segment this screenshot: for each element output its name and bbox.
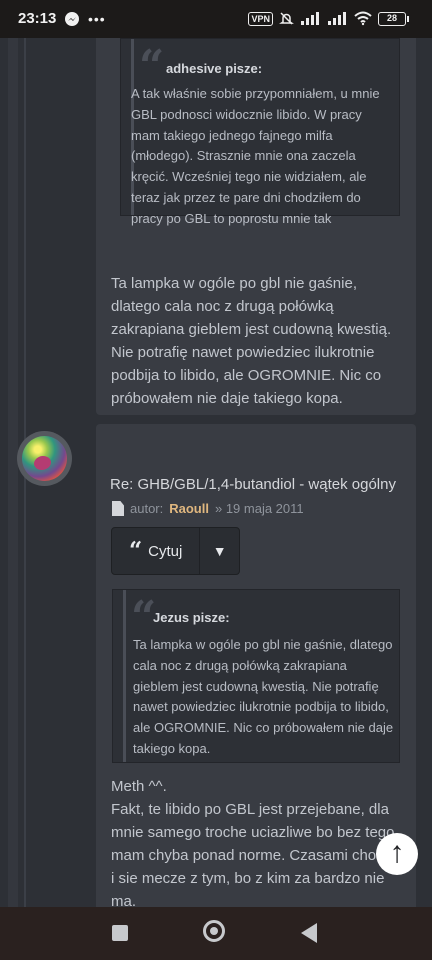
status-bar: 23:13 ••• VPN 28 — [0, 0, 432, 38]
system-navigation-bar — [0, 907, 432, 960]
more-icon: ••• — [88, 11, 106, 27]
quote-block: “ adhesive pisze: A tak właśnie sobie pr… — [120, 38, 400, 226]
arrow-up-icon[interactable]: ↑ — [376, 833, 418, 875]
quote-bar — [123, 590, 126, 762]
left-rail — [8, 38, 18, 907]
messenger-icon — [65, 12, 79, 26]
quote-icon: “ — [128, 537, 143, 564]
notification-icons: ••• — [64, 11, 106, 27]
back-icon[interactable] — [301, 923, 317, 943]
author-link[interactable]: Raoull — [169, 501, 209, 516]
quote-author: adhesive pisze: — [166, 61, 263, 76]
forum-thread[interactable]: “ adhesive pisze: A tak właśnie sobie pr… — [0, 38, 432, 907]
document-icon — [112, 501, 124, 516]
quote-icon: “ — [139, 41, 165, 92]
recent-apps-icon[interactable] — [112, 925, 128, 941]
post-body: Meth ^^. Fakt, te libido po GBL jest prz… — [111, 778, 401, 907]
system-icons: VPN 28 — [248, 11, 409, 26]
quote-button-group: “ Cytuj ▼ — [111, 527, 240, 575]
post-title[interactable]: Re: GHB/GBL/1,4-butandiol - wątek ogólny — [110, 476, 396, 493]
quote-author: Jezus pisze: — [153, 610, 230, 625]
author-prefix: autor: — [130, 501, 164, 516]
post-date: » 19 maja 2011 — [214, 501, 304, 516]
home-icon[interactable] — [203, 920, 225, 942]
vpn-icon: VPN — [248, 11, 273, 26]
battery-indicator: 28 — [378, 11, 409, 26]
silent-bell-icon — [279, 12, 294, 25]
forum-post: Re: GHB/GBL/1,4-butandiol - wątek ogólny… — [96, 424, 416, 907]
avatar-image — [22, 436, 67, 481]
quote-button[interactable]: “ Cytuj — [112, 528, 201, 574]
signal-icon — [328, 12, 346, 25]
chevron-down-icon: ▼ — [212, 543, 227, 559]
quote-text: A tak właśnie sobie przypomniałem, u mni… — [131, 86, 380, 226]
signal-icon — [301, 12, 319, 25]
quote-block: “ Jezus pisze: Ta lampka w ogóle po gbl … — [112, 589, 400, 763]
clock: 23:13 — [18, 10, 57, 27]
avatar[interactable] — [17, 431, 72, 486]
dropdown-button[interactable]: ▼ — [200, 528, 239, 574]
quote-button-label: Cytuj — [148, 542, 183, 560]
quote-text: Ta lampka w ogóle po gbl nie gaśnie, dla… — [133, 637, 394, 756]
post-body: Ta lampka w ogóle po gbl nie gaśnie, dla… — [111, 275, 392, 407]
wifi-icon — [354, 11, 372, 26]
forum-post: “ adhesive pisze: A tak właśnie sobie pr… — [96, 38, 416, 415]
post-meta: autor: Raoull » 19 maja 2011 — [112, 501, 304, 516]
